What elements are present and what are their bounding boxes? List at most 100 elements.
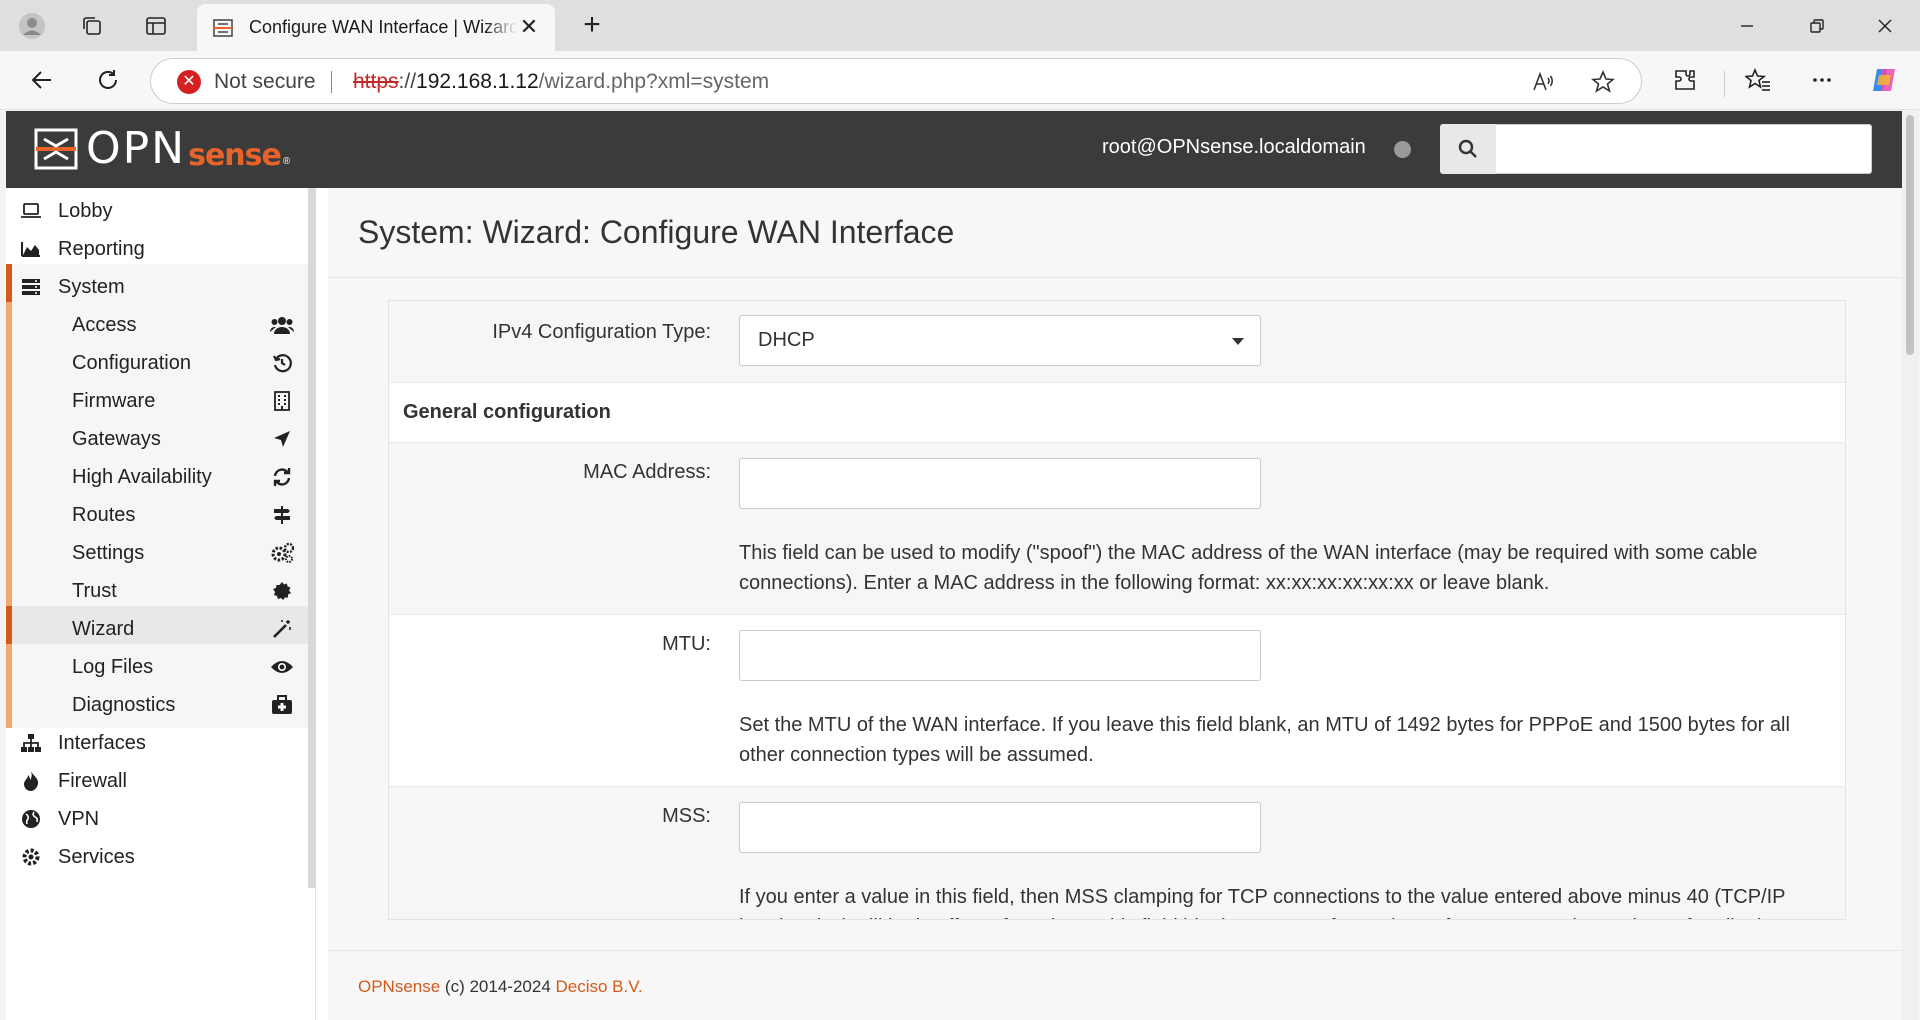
sidebar-item-label: Lobby — [58, 199, 113, 222]
sidebar-item-label: Trust — [72, 579, 117, 602]
omnibox-divider — [331, 71, 332, 93]
logo-registered-mark: ® — [282, 155, 291, 167]
footer-copyright: (c) 2014-2024 — [440, 977, 556, 996]
sidebar-item-label: Services — [58, 845, 135, 868]
status-indicator[interactable] — [1394, 141, 1411, 158]
sidebar-item-label: System — [58, 275, 125, 298]
more-menu-icon[interactable] — [1806, 64, 1838, 96]
certificate-icon — [268, 577, 296, 605]
reload-button[interactable] — [90, 62, 126, 98]
page-scrollbar-thumb[interactable] — [1906, 115, 1914, 355]
sidebar-item-label: Gateways — [72, 427, 161, 450]
mac-address-input[interactable] — [739, 458, 1261, 509]
globe-icon — [18, 806, 44, 832]
dropdown-caret-icon — [1232, 338, 1244, 345]
laptop-icon — [18, 198, 44, 224]
mss-label: MSS: — [662, 805, 711, 827]
mtu-input[interactable] — [739, 630, 1261, 681]
search-button[interactable] — [1440, 124, 1496, 174]
page-title-bar: System: Wizard: Configure WAN Interface — [328, 188, 1902, 278]
logo-opn-text: OPN — [86, 123, 187, 174]
mtu-help: Set the MTU of the WAN interface. If you… — [739, 714, 1790, 766]
history-icon — [268, 349, 296, 377]
ipv4-type-value: DHCP — [758, 329, 815, 351]
sidebar-scrollbar[interactable] — [308, 188, 316, 888]
footer-text: OPNsense (c) 2014-2024 Deciso B.V. — [358, 977, 643, 997]
new-tab-button[interactable]: + — [574, 8, 610, 44]
sidebar-item-label: Diagnostics — [72, 693, 176, 716]
fire-icon — [18, 768, 44, 794]
sidebar-item-label: High Availability — [72, 465, 212, 488]
area-chart-icon — [18, 236, 44, 262]
page-footer: OPNsense (c) 2014-2024 Deciso B.V. — [328, 950, 1902, 1020]
opnsense-logo[interactable]: OPN sense ® — [34, 125, 290, 173]
page-scrollbar[interactable] — [1902, 111, 1918, 1020]
user-menu[interactable]: root@OPNsense.localdomain — [1102, 136, 1366, 159]
search-input[interactable] — [1496, 124, 1872, 174]
address-bar-row: ✕ Not secure https://192.168.1.12/wizard… — [0, 51, 1920, 110]
ipv4-type-select[interactable]: DHCP — [739, 315, 1261, 366]
tab-actions-icon[interactable] — [140, 10, 172, 42]
mss-input[interactable] — [739, 802, 1261, 853]
location-arrow-icon — [268, 425, 296, 453]
sidebar-item-label: Reporting — [58, 237, 145, 260]
users-icon — [268, 311, 296, 339]
copilot-icon[interactable] — [1868, 64, 1900, 96]
back-button[interactable] — [24, 62, 60, 98]
cogs-icon — [268, 539, 296, 567]
opnsense-app: OPN sense ® root@OPNsense.localdomain Lo… — [6, 111, 1902, 1020]
footer-opnsense-link[interactable]: OPNsense — [358, 977, 440, 996]
sidebar-item-label: Firmware — [72, 389, 156, 412]
extensions-icon[interactable] — [1669, 64, 1701, 96]
mac-address-label: MAC Address: — [583, 461, 711, 483]
url-separator: :// — [398, 70, 417, 93]
page-title: System: Wizard: Configure WAN Interface — [358, 214, 955, 250]
browser-tab-active[interactable]: Configure WAN Interface | Wizard | OPNse… — [197, 4, 555, 51]
mss-row: MSS: If you enter a value in this field,… — [389, 787, 1845, 919]
sidebar-item-label: Wizard — [72, 617, 135, 640]
sidebar-item-label: Settings — [72, 541, 145, 564]
ipv4-type-row: IPv4 Configuration Type: DHCP — [389, 301, 1845, 383]
close-window-button[interactable] — [1850, 0, 1920, 51]
map-signs-icon — [268, 501, 296, 529]
read-aloud-icon[interactable] — [1529, 68, 1557, 96]
sidebar-item-services[interactable]: Services — [6, 834, 308, 880]
browser-tab-bar: Configure WAN Interface | Wizard | OPNse… — [0, 0, 1920, 51]
search-icon — [1458, 139, 1477, 158]
sidebar-item-label: Interfaces — [58, 731, 146, 754]
url-path: /wizard.php?xml=system — [538, 70, 770, 93]
not-secure-label[interactable]: Not secure — [214, 70, 316, 94]
mtu-label: MTU: — [662, 633, 711, 655]
omnibox[interactable]: ✕ Not secure https://192.168.1.12/wizard… — [150, 58, 1642, 104]
sidebar-item-label: VPN — [58, 807, 100, 830]
eye-icon — [268, 653, 296, 681]
profile-icon[interactable] — [16, 10, 48, 42]
close-tab-icon[interactable]: ✕ — [517, 15, 541, 39]
tab-title: Configure WAN Interface | Wizard | OPNse… — [249, 17, 517, 37]
ipv4-type-label: IPv4 Configuration Type: — [492, 321, 711, 343]
restore-button[interactable] — [1782, 0, 1852, 51]
cog-icon — [18, 844, 44, 870]
sidebar: Lobby Reporting System Access Configurat… — [6, 188, 316, 1020]
building-icon — [268, 387, 296, 415]
mac-address-row: MAC Address: This field can be used to m… — [389, 443, 1845, 615]
favorites-icon[interactable] — [1742, 64, 1774, 96]
opnsense-logo-icon — [34, 128, 78, 170]
server-icon — [18, 274, 44, 300]
workspaces-icon[interactable] — [76, 10, 108, 42]
minimize-button[interactable] — [1712, 0, 1782, 51]
not-secure-icon[interactable]: ✕ — [177, 70, 201, 94]
general-config-header-row: General configuration — [389, 383, 1845, 443]
magic-wand-icon — [268, 615, 296, 643]
favorite-star-icon[interactable] — [1589, 68, 1617, 96]
sitemap-icon — [18, 730, 44, 756]
url-text[interactable]: https://192.168.1.12/wizard.php?xml=syst… — [353, 70, 769, 94]
toolbar-divider — [1724, 71, 1725, 97]
mac-address-help: This field can be used to modify ("spoof… — [739, 542, 1758, 594]
sidebar-item-label: Firewall — [58, 769, 127, 792]
sidebar-item-label: Routes — [72, 503, 136, 526]
sidebar-item-label: Log Files — [72, 655, 154, 678]
footer-deciso-link[interactable]: Deciso B.V. — [556, 977, 643, 996]
logo-sense-text: sense — [188, 137, 282, 173]
mss-help: If you enter a value in this field, then… — [739, 886, 1786, 919]
